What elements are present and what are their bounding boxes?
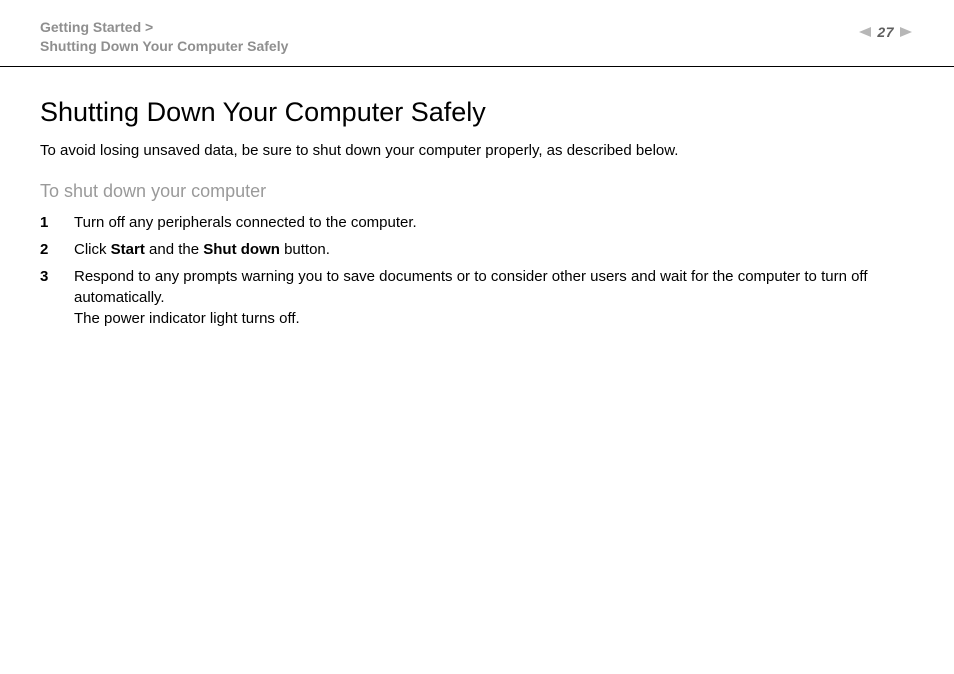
steps-list: 1 Turn off any peripherals connected to … — [40, 212, 914, 329]
step-text: Respond to any prompts warning you to sa… — [74, 266, 914, 329]
section-heading: To shut down your computer — [40, 181, 914, 202]
step-number: 1 — [40, 212, 58, 233]
step-number: 3 — [40, 266, 58, 329]
prev-page-icon[interactable] — [857, 26, 871, 38]
next-page-icon[interactable] — [900, 26, 914, 38]
step-text: Click Start and the Shut down button. — [74, 239, 914, 260]
step-item: 1 Turn off any peripherals connected to … — [40, 212, 914, 233]
pager: 27 — [857, 18, 914, 40]
breadcrumb: Getting Started > Shutting Down Your Com… — [40, 18, 857, 56]
step-text: Turn off any peripherals connected to th… — [74, 212, 914, 233]
step-item: 3 Respond to any prompts warning you to … — [40, 266, 914, 329]
breadcrumb-current[interactable]: Shutting Down Your Computer Safely — [40, 37, 857, 56]
step-number: 2 — [40, 239, 58, 260]
page-title: Shutting Down Your Computer Safely — [40, 97, 914, 128]
content: Shutting Down Your Computer Safely To av… — [0, 67, 954, 329]
step-item: 2 Click Start and the Shut down button. — [40, 239, 914, 260]
page: { "header": { "breadcrumb_parent": "Gett… — [0, 0, 954, 674]
page-number: 27 — [877, 24, 894, 40]
header: Getting Started > Shutting Down Your Com… — [0, 0, 954, 67]
breadcrumb-parent[interactable]: Getting Started > — [40, 18, 857, 37]
intro-paragraph: To avoid losing unsaved data, be sure to… — [40, 142, 914, 159]
